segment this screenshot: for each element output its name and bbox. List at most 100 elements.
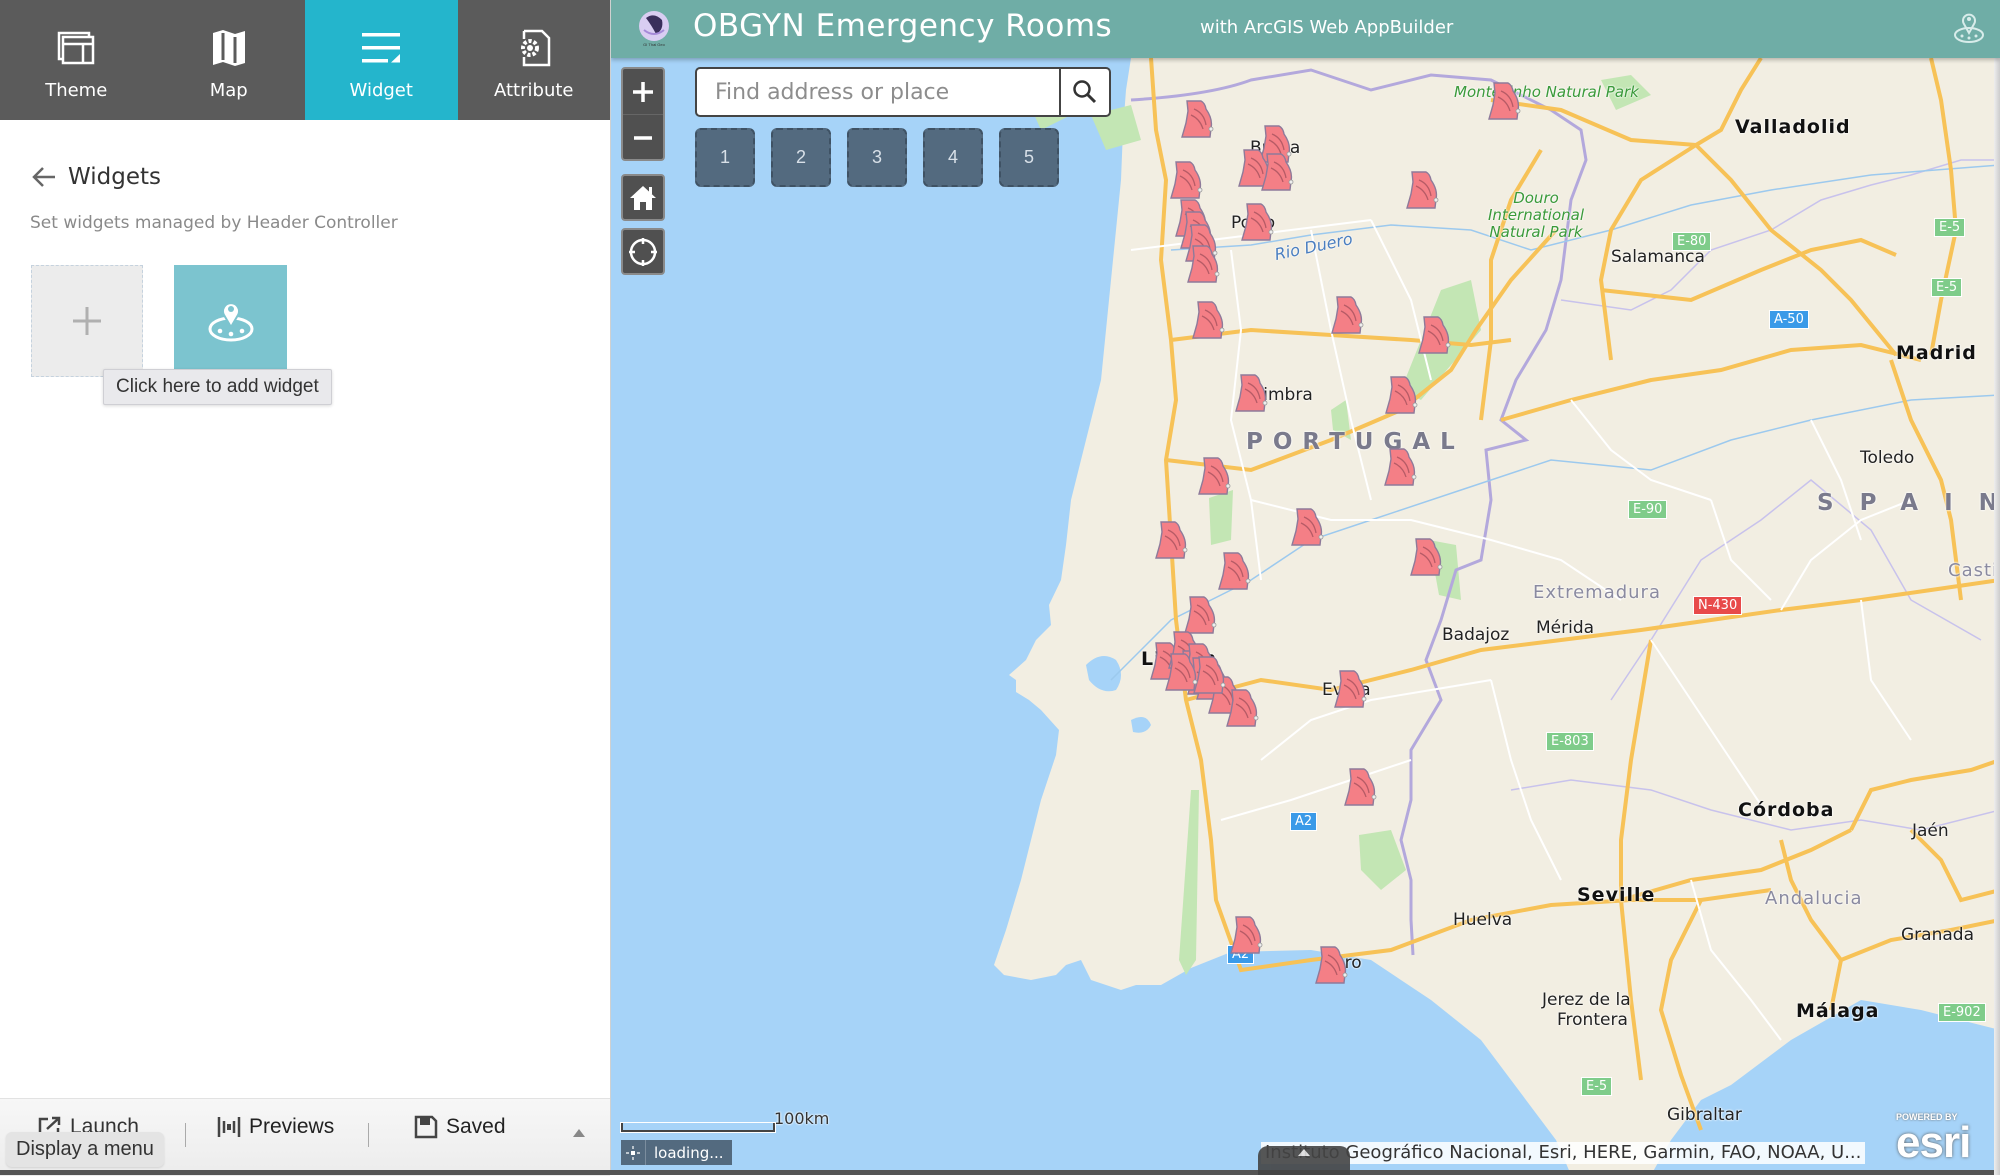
hospital-pin-icon — [1406, 171, 1439, 209]
hospital-marker[interactable] — [1224, 688, 1260, 728]
region-label: Andalucia — [1765, 888, 1863, 909]
hospital-pin-icon — [1291, 508, 1324, 546]
zoom-out-button[interactable] — [623, 115, 663, 160]
hospital-marker[interactable] — [1313, 945, 1349, 985]
tab-theme[interactable]: Theme — [0, 0, 153, 120]
bookmark-4-button[interactable]: 4 — [923, 128, 983, 187]
my-location-button[interactable] — [621, 228, 665, 275]
hospital-marker[interactable] — [1332, 669, 1368, 709]
city-label: Jerez de la — [1542, 990, 1631, 1010]
location-widget-icon[interactable] — [1951, 10, 1987, 46]
road-shield: E-80 — [1672, 232, 1712, 251]
hospital-marker[interactable] — [1179, 99, 1215, 139]
hospital-pin-icon — [1218, 552, 1251, 590]
city-label: Granada — [1901, 925, 1974, 945]
display-menu-tooltip: Display a menu — [6, 1132, 164, 1167]
widget-icon — [359, 26, 403, 70]
city-label: Toledo — [1860, 448, 1915, 468]
home-button[interactable] — [621, 174, 665, 221]
builder-tab-bar: Theme Map Widget Attribute — [0, 0, 610, 120]
hospital-pin-icon — [1261, 153, 1294, 191]
hospital-marker[interactable] — [1239, 202, 1275, 242]
road-shield: E-803 — [1546, 732, 1594, 751]
hospital-marker[interactable] — [1196, 456, 1232, 496]
hospital-marker[interactable] — [1233, 373, 1269, 413]
coordinate-widget[interactable]: loading... — [621, 1140, 732, 1165]
hospital-pin-icon — [1344, 768, 1377, 806]
road-shield: A2 — [1290, 812, 1318, 831]
hospital-pin-icon — [1165, 653, 1198, 691]
hospital-marker[interactable] — [1342, 767, 1378, 807]
widget-slot-location[interactable] — [174, 265, 287, 377]
hospital-pin-icon — [1488, 82, 1521, 120]
city-label: Madrid — [1896, 342, 1977, 364]
builder-sidebar: Theme Map Widget Attribute Widgets Set w… — [0, 0, 611, 1176]
hospital-marker[interactable] — [1163, 652, 1199, 692]
attribute-icon — [512, 26, 556, 70]
saved-button[interactable]: Saved — [414, 1115, 506, 1139]
road-shield: E-5 — [1934, 218, 1966, 237]
hospital-marker[interactable] — [1382, 447, 1418, 487]
region-label: Extremadura — [1533, 582, 1661, 603]
app-subtitle: with ArcGIS Web AppBuilder — [1200, 17, 1454, 38]
map-icon — [207, 26, 251, 70]
bookmark-2-button[interactable]: 2 — [771, 128, 831, 187]
hospital-pin-icon — [1384, 448, 1417, 486]
hospital-marker[interactable] — [1182, 595, 1218, 635]
search-button[interactable] — [1059, 69, 1109, 115]
hospital-marker[interactable] — [1408, 537, 1444, 577]
hospital-marker[interactable] — [1486, 81, 1522, 121]
hospital-pin-icon — [1198, 457, 1231, 495]
hospital-marker[interactable] — [1216, 551, 1252, 591]
city-label: Jaén — [1912, 821, 1949, 841]
road-shield: A-50 — [1769, 310, 1809, 329]
hospital-marker[interactable] — [1289, 507, 1325, 547]
esri-logo[interactable]: POWERED BY esri — [1896, 1112, 1988, 1170]
tab-theme-label: Theme — [45, 80, 108, 101]
search-icon — [1073, 80, 1097, 104]
hospital-marker[interactable] — [1190, 300, 1226, 340]
park-label: Montesinho Natural Park — [1454, 83, 1639, 101]
attribution-toggle-button[interactable] — [1258, 1146, 1350, 1175]
preview-icon — [217, 1117, 241, 1137]
hospital-marker[interactable] — [1416, 315, 1452, 355]
hospital-pin-icon — [1184, 596, 1217, 634]
map-view[interactable]: Montesinho Natural Park Douro Internatio… — [611, 0, 2000, 1175]
menu-caret-icon[interactable] — [573, 1129, 585, 1137]
back-arrow-icon[interactable] — [30, 163, 58, 191]
tab-widget-label: Widget — [349, 80, 413, 101]
minus-icon — [634, 135, 652, 140]
tab-map-label: Map — [209, 80, 248, 101]
hospital-marker[interactable] — [1329, 295, 1365, 335]
bookmark-1-button[interactable]: 1 — [695, 128, 755, 187]
hospital-pin-icon — [1241, 203, 1274, 241]
hospital-marker[interactable] — [1404, 170, 1440, 210]
tab-attribute[interactable]: Attribute — [458, 0, 611, 120]
hospital-marker[interactable] — [1153, 520, 1189, 560]
bookmark-5-button[interactable]: 5 — [999, 128, 1059, 187]
tab-widget[interactable]: Widget — [305, 0, 458, 120]
tab-attribute-label: Attribute — [494, 80, 574, 101]
road-shield: E-902 — [1938, 1003, 1986, 1022]
panel-header: Widgets — [30, 163, 161, 191]
hospital-pin-icon — [1181, 100, 1214, 138]
tab-map[interactable]: Map — [153, 0, 306, 120]
hospital-pin-icon — [1230, 916, 1263, 954]
hospital-marker[interactable] — [1383, 375, 1419, 415]
hospital-marker[interactable] — [1185, 244, 1221, 284]
previews-button[interactable]: Previews — [217, 1115, 334, 1139]
hospital-marker[interactable] — [1228, 915, 1264, 955]
hospital-pin-icon — [1170, 161, 1203, 199]
search-input[interactable] — [697, 69, 1059, 115]
hospital-marker[interactable] — [1168, 160, 1204, 200]
add-widget-slot[interactable] — [31, 265, 143, 377]
road-shield: N-430 — [1693, 596, 1743, 615]
plus-icon — [633, 81, 653, 102]
zoom-in-button[interactable] — [623, 69, 663, 115]
window-bottom-edge — [0, 1170, 2000, 1175]
hospital-marker[interactable] — [1259, 152, 1295, 192]
home-icon — [630, 185, 656, 210]
bookmark-3-button[interactable]: 3 — [847, 128, 907, 187]
page-scrollbar[interactable] — [1994, 58, 2000, 1175]
svg-text:GI Thai Geo: GI Thai Geo — [643, 42, 665, 47]
